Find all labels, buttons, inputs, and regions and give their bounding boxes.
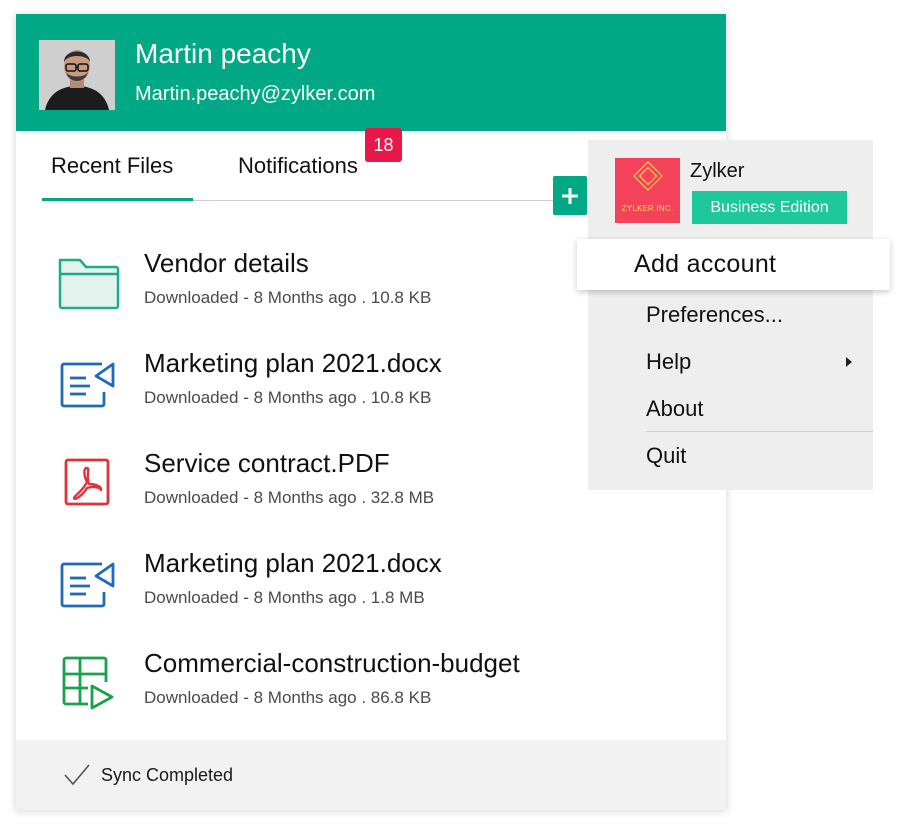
file-name: Commercial-construction-budget xyxy=(144,648,520,678)
document-icon xyxy=(56,552,120,612)
spreadsheet-icon xyxy=(56,652,120,712)
menu-item-add-account[interactable]: Add account xyxy=(577,239,890,290)
file-name: Marketing plan 2021.docx xyxy=(144,548,442,578)
sync-status-text: Sync Completed xyxy=(101,765,234,785)
submenu-arrow-icon xyxy=(846,357,852,367)
file-name: Vendor details xyxy=(144,248,309,278)
file-meta: Downloaded - 8 Months ago . 86.8 KB xyxy=(144,688,432,707)
file-item[interactable]: Commercial-construction-budget Downloade… xyxy=(16,642,726,742)
menu-item-quit[interactable]: Quit xyxy=(646,433,873,479)
user-email: Martin.peachy@zylker.com xyxy=(135,83,376,105)
tab-recent-files[interactable]: Recent Files xyxy=(42,131,193,201)
file-meta: Downloaded - 8 Months ago . 10.8 KB xyxy=(144,288,432,307)
add-button[interactable] xyxy=(553,176,587,215)
org-logo-text: ZYLKER INC. xyxy=(621,204,674,213)
sync-status-bar: Sync Completed xyxy=(16,740,726,810)
file-meta: Downloaded - 8 Months ago . 1.8 MB xyxy=(144,588,425,607)
checkmark-icon xyxy=(64,764,90,786)
menu-item-help[interactable]: Help xyxy=(646,339,873,385)
account-menu: ZYLKER INC. Zylker Business Edition Pref… xyxy=(588,140,873,490)
menu-item-help-label: Help xyxy=(646,349,692,374)
menu-item-about[interactable]: About xyxy=(646,386,873,432)
tab-notifications[interactable]: Notifications xyxy=(238,131,358,200)
org-logo: ZYLKER INC. xyxy=(615,158,680,223)
file-meta: Downloaded - 8 Months ago . 10.8 KB xyxy=(144,388,432,407)
avatar[interactable] xyxy=(39,40,115,110)
document-icon xyxy=(56,352,120,412)
file-item[interactable]: Marketing plan 2021.docx Downloaded - 8 … xyxy=(16,542,726,642)
file-name: Marketing plan 2021.docx xyxy=(144,348,442,378)
notification-count-badge: 18 xyxy=(365,128,402,162)
profile-header: Martin peachy Martin.peachy@zylker.com xyxy=(16,14,726,131)
file-meta: Downloaded - 8 Months ago . 32.8 MB xyxy=(144,488,435,507)
folder-icon xyxy=(56,252,120,312)
file-name: Service contract.PDF xyxy=(144,448,390,478)
org-name: Zylker xyxy=(690,160,745,182)
pdf-icon xyxy=(56,452,120,512)
user-name: Martin peachy xyxy=(135,38,311,69)
menu-item-preferences[interactable]: Preferences... xyxy=(646,292,873,338)
edition-badge: Business Edition xyxy=(692,191,847,224)
plus-icon xyxy=(562,187,578,204)
